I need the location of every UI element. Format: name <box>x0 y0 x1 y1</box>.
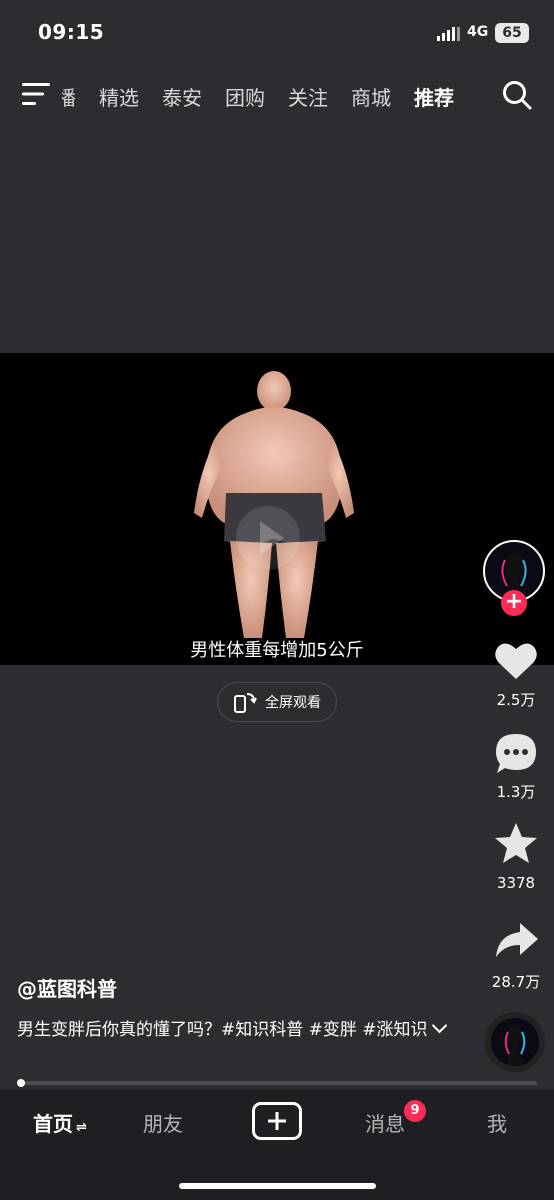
signal-icon <box>437 27 460 41</box>
share-icon[interactable] <box>492 917 540 965</box>
fullscreen-label: 全屏观看 <box>265 695 321 711</box>
message-badge: 9 <box>404 1100 426 1122</box>
comment-icon[interactable] <box>492 730 540 778</box>
nav-home[interactable]: 首页 ⇌ <box>33 1108 87 1137</box>
like-count: 2.5万 <box>496 691 536 709</box>
top-tabs: 播 精选 泰安 团购 关注 商城 推荐 <box>62 78 482 118</box>
video-player[interactable]: 男性体重每增加5公斤 <box>0 353 554 665</box>
video-caption: 男性体重每增加5公斤 <box>190 640 364 661</box>
expand-icon[interactable] <box>431 1017 447 1034</box>
refresh-icon: ⇌ <box>76 1120 87 1135</box>
tab-following[interactable]: 关注 <box>288 82 328 114</box>
tab-group-buy[interactable]: 团购 <box>225 82 265 114</box>
plus-icon <box>268 1112 286 1130</box>
music-cover-image <box>504 1026 526 1066</box>
menu-icon[interactable] <box>22 82 52 106</box>
progress-bar[interactable] <box>17 1081 537 1085</box>
fullscreen-button[interactable]: 全屏观看 <box>217 682 337 722</box>
network-type: 4G <box>467 24 489 40</box>
comment-count: 1.3万 <box>496 783 536 801</box>
nav-me[interactable]: 我 <box>487 1108 507 1137</box>
tab-featured[interactable]: 精选 <box>99 82 139 114</box>
favorite-count: 3378 <box>496 874 536 892</box>
tab-live[interactable]: 播 <box>62 82 76 114</box>
nav-home-label: 首页 <box>33 1112 73 1136</box>
tab-recommended[interactable]: 推荐 <box>414 82 454 114</box>
share-count: 28.7万 <box>491 973 541 991</box>
progress-handle[interactable] <box>17 1079 25 1087</box>
battery-level: 65 <box>502 25 522 41</box>
search-icon[interactable] <box>502 80 532 110</box>
battery-icon: 65 <box>495 23 529 43</box>
status-time: 09:15 <box>38 20 105 44</box>
heart-icon[interactable] <box>492 636 540 684</box>
author-name[interactable]: @蓝图科普 <box>17 973 117 1002</box>
video-figure <box>194 371 354 638</box>
nav-friends[interactable]: 朋友 <box>143 1108 183 1137</box>
nav-messages[interactable]: 消息 <box>365 1108 405 1137</box>
description-text: 男生变胖后你真的懂了吗？#知识科普 #变胖 #涨知识 <box>17 1020 428 1040</box>
home-indicator <box>179 1183 376 1189</box>
tab-mall[interactable]: 商城 <box>351 82 391 114</box>
rotate-screen-icon <box>234 693 257 713</box>
tab-local[interactable]: 泰安 <box>162 82 202 114</box>
create-button[interactable] <box>252 1102 302 1140</box>
follow-button[interactable]: + <box>501 590 527 616</box>
music-disc[interactable] <box>485 1012 545 1072</box>
star-icon[interactable] <box>492 820 540 868</box>
post-description[interactable]: 男生变胖后你真的懂了吗？#知识科普 #变胖 #涨知识 <box>17 1017 457 1044</box>
